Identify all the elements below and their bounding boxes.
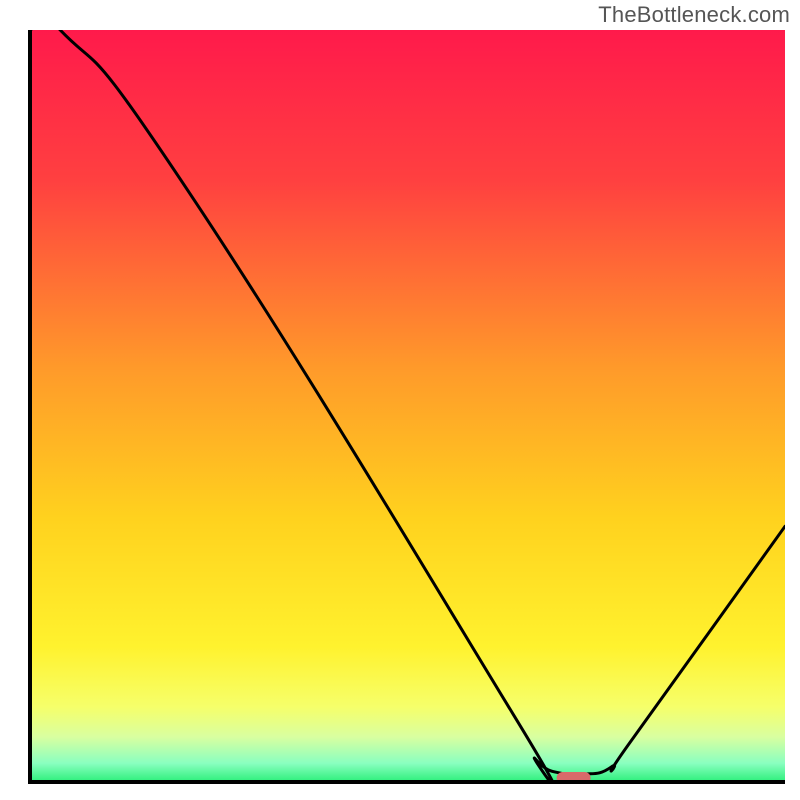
plot-area bbox=[30, 11, 785, 786]
watermark-text: TheBottleneck.com bbox=[598, 2, 790, 28]
bottleneck-chart bbox=[0, 0, 800, 800]
gradient-background bbox=[30, 30, 785, 782]
chart-container: { "watermark": "TheBottleneck.com", "cha… bbox=[0, 0, 800, 800]
